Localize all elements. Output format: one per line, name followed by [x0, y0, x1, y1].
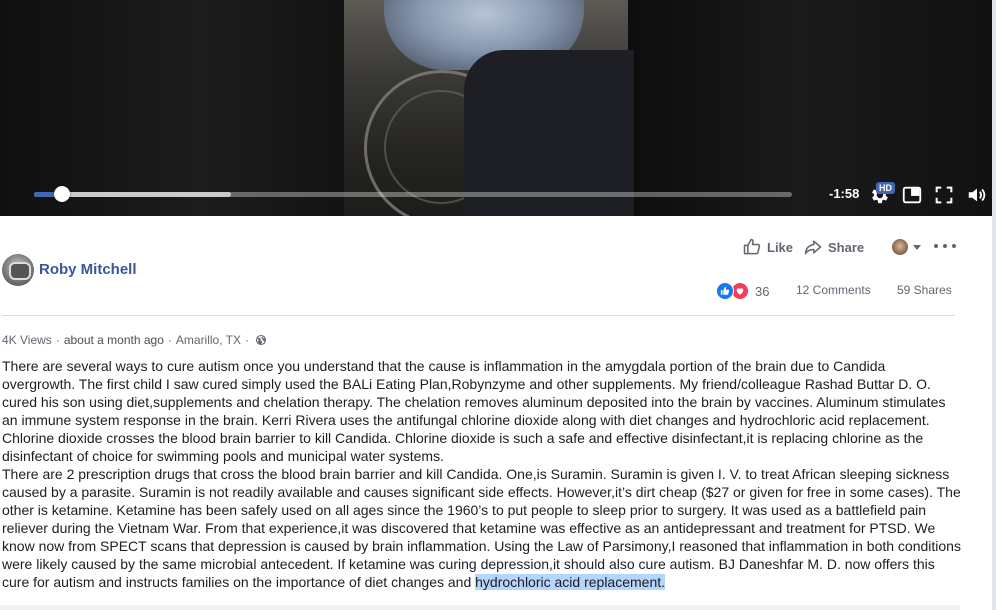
post-paragraph-2-text: There are 2 prescription drugs that cros…	[2, 466, 961, 590]
post-paragraph-1: There are several ways to cure autism on…	[2, 358, 946, 464]
avatar-image	[9, 262, 31, 280]
like-label: Like	[767, 239, 794, 255]
video-frame[interactable]	[344, 0, 634, 216]
share-button[interactable]: Share	[803, 237, 864, 257]
volume-icon[interactable]	[966, 184, 988, 206]
share-label: Share	[828, 239, 865, 255]
view-count: 4K Views	[2, 333, 52, 347]
post-location[interactable]: Amarillo, TX	[176, 333, 241, 347]
post-timestamp[interactable]: about a month ago	[64, 333, 164, 347]
thumbs-up-icon	[743, 238, 761, 255]
author-avatar[interactable]	[2, 254, 34, 286]
meta-separator: ·	[55, 333, 60, 347]
section-divider	[2, 315, 955, 316]
like-reaction-icon	[716, 282, 734, 300]
comments-count-link[interactable]: 12 Comments	[796, 283, 871, 297]
video-scrubber-handle[interactable]	[54, 186, 71, 202]
post-text: There are several ways to cure autism on…	[2, 357, 962, 591]
post-footer-edge	[0, 605, 960, 610]
post-paragraph-2: There are 2 prescription drugs that cros…	[2, 465, 962, 591]
chevron-down-icon	[913, 244, 921, 250]
meta-separator: ·	[167, 333, 172, 347]
hd-quality-badge: HD	[876, 182, 895, 194]
reactions-summary[interactable]: 36	[716, 282, 769, 300]
meta-separator: ·	[245, 333, 250, 347]
video-player[interactable]: -1:58 HD	[0, 0, 992, 216]
video-time-remaining: -1:58	[829, 186, 860, 201]
share-arrow-icon	[804, 240, 822, 255]
more-dots-icon[interactable]	[934, 238, 956, 254]
video-progress-bar[interactable]	[34, 186, 792, 202]
reaction-count: 36	[755, 283, 770, 299]
globe-icon[interactable]	[255, 334, 267, 346]
author-name-link[interactable]: Roby Mitchell	[39, 261, 137, 278]
picture-in-picture-icon[interactable]	[901, 184, 923, 206]
shares-count-link[interactable]: 59 Shares	[897, 283, 952, 297]
selected-text-highlight: hydrochloric acid replacement.	[475, 574, 666, 590]
audience-selector[interactable]	[892, 238, 924, 256]
like-button[interactable]: Like	[742, 237, 793, 257]
post-meta: 4K Views · about a month ago · Amarillo,…	[2, 333, 267, 347]
fullscreen-icon[interactable]	[933, 184, 955, 206]
viewer-avatar	[892, 239, 908, 255]
page-scrollbar[interactable]	[992, 0, 996, 610]
